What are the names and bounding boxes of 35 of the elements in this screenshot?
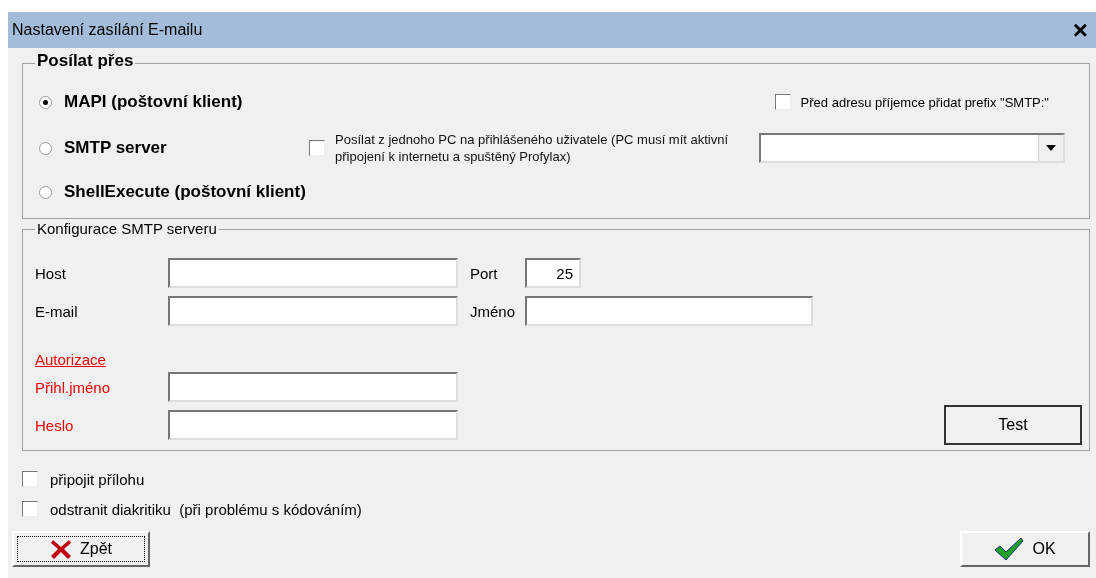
checkmark-icon [994, 537, 1025, 561]
field-label: Přihl.jméno [35, 378, 112, 396]
checkbox[interactable] [22, 501, 38, 517]
auth-link[interactable]: Autorizace [35, 338, 1089, 368]
checkbox-label: Před adresu příjemce přidat prefix "SMTP:" [800, 94, 1049, 110]
checkbox-label: připojit přílohu [50, 470, 145, 488]
group-title: Konfigurace SMTP serveru [35, 220, 219, 238]
login-field[interactable] [168, 372, 458, 402]
field-label: Heslo [35, 416, 75, 434]
name-field[interactable] [525, 296, 813, 326]
field-label: E-mail [35, 302, 79, 320]
field-label: Jméno [469, 302, 517, 320]
cross-icon [50, 538, 72, 560]
checkbox[interactable] [22, 471, 38, 487]
test-button[interactable]: Test [944, 405, 1082, 445]
radio-option[interactable]: SMTP server [39, 138, 167, 158]
port-field[interactable]: 25 [525, 258, 581, 288]
ok-button[interactable]: OK [960, 531, 1090, 567]
close-button[interactable]: × [1068, 17, 1092, 43]
radio-option[interactable]: MAPI (poštovní klient) [39, 92, 243, 112]
user-dropdown[interactable] [759, 133, 1065, 163]
dropdown-arrow-icon [1046, 145, 1056, 151]
window-title: Nastavení zasílání E-mailu [12, 21, 203, 39]
back-button[interactable]: Zpět [12, 531, 150, 567]
checkbox-label: odstranit diakritiku (při problému s kódováním) [50, 500, 362, 518]
email-field[interactable] [168, 296, 458, 326]
host-field[interactable] [168, 258, 458, 288]
password-field[interactable] [168, 410, 458, 440]
checkbox[interactable] [309, 140, 325, 156]
field-label: Host [35, 264, 67, 282]
checkbox-label: Posílat z jednoho PC na přihlášeného uživatele (PC musí mít aktivní připojení k internetu a spuštěný Profylax) [335, 131, 730, 165]
checkbox[interactable] [774, 94, 791, 110]
field-label: Port [469, 264, 499, 282]
group-title: Posílat přes [35, 52, 136, 70]
radio-option[interactable]: ShellExecute (poštovní klient) [39, 182, 306, 202]
